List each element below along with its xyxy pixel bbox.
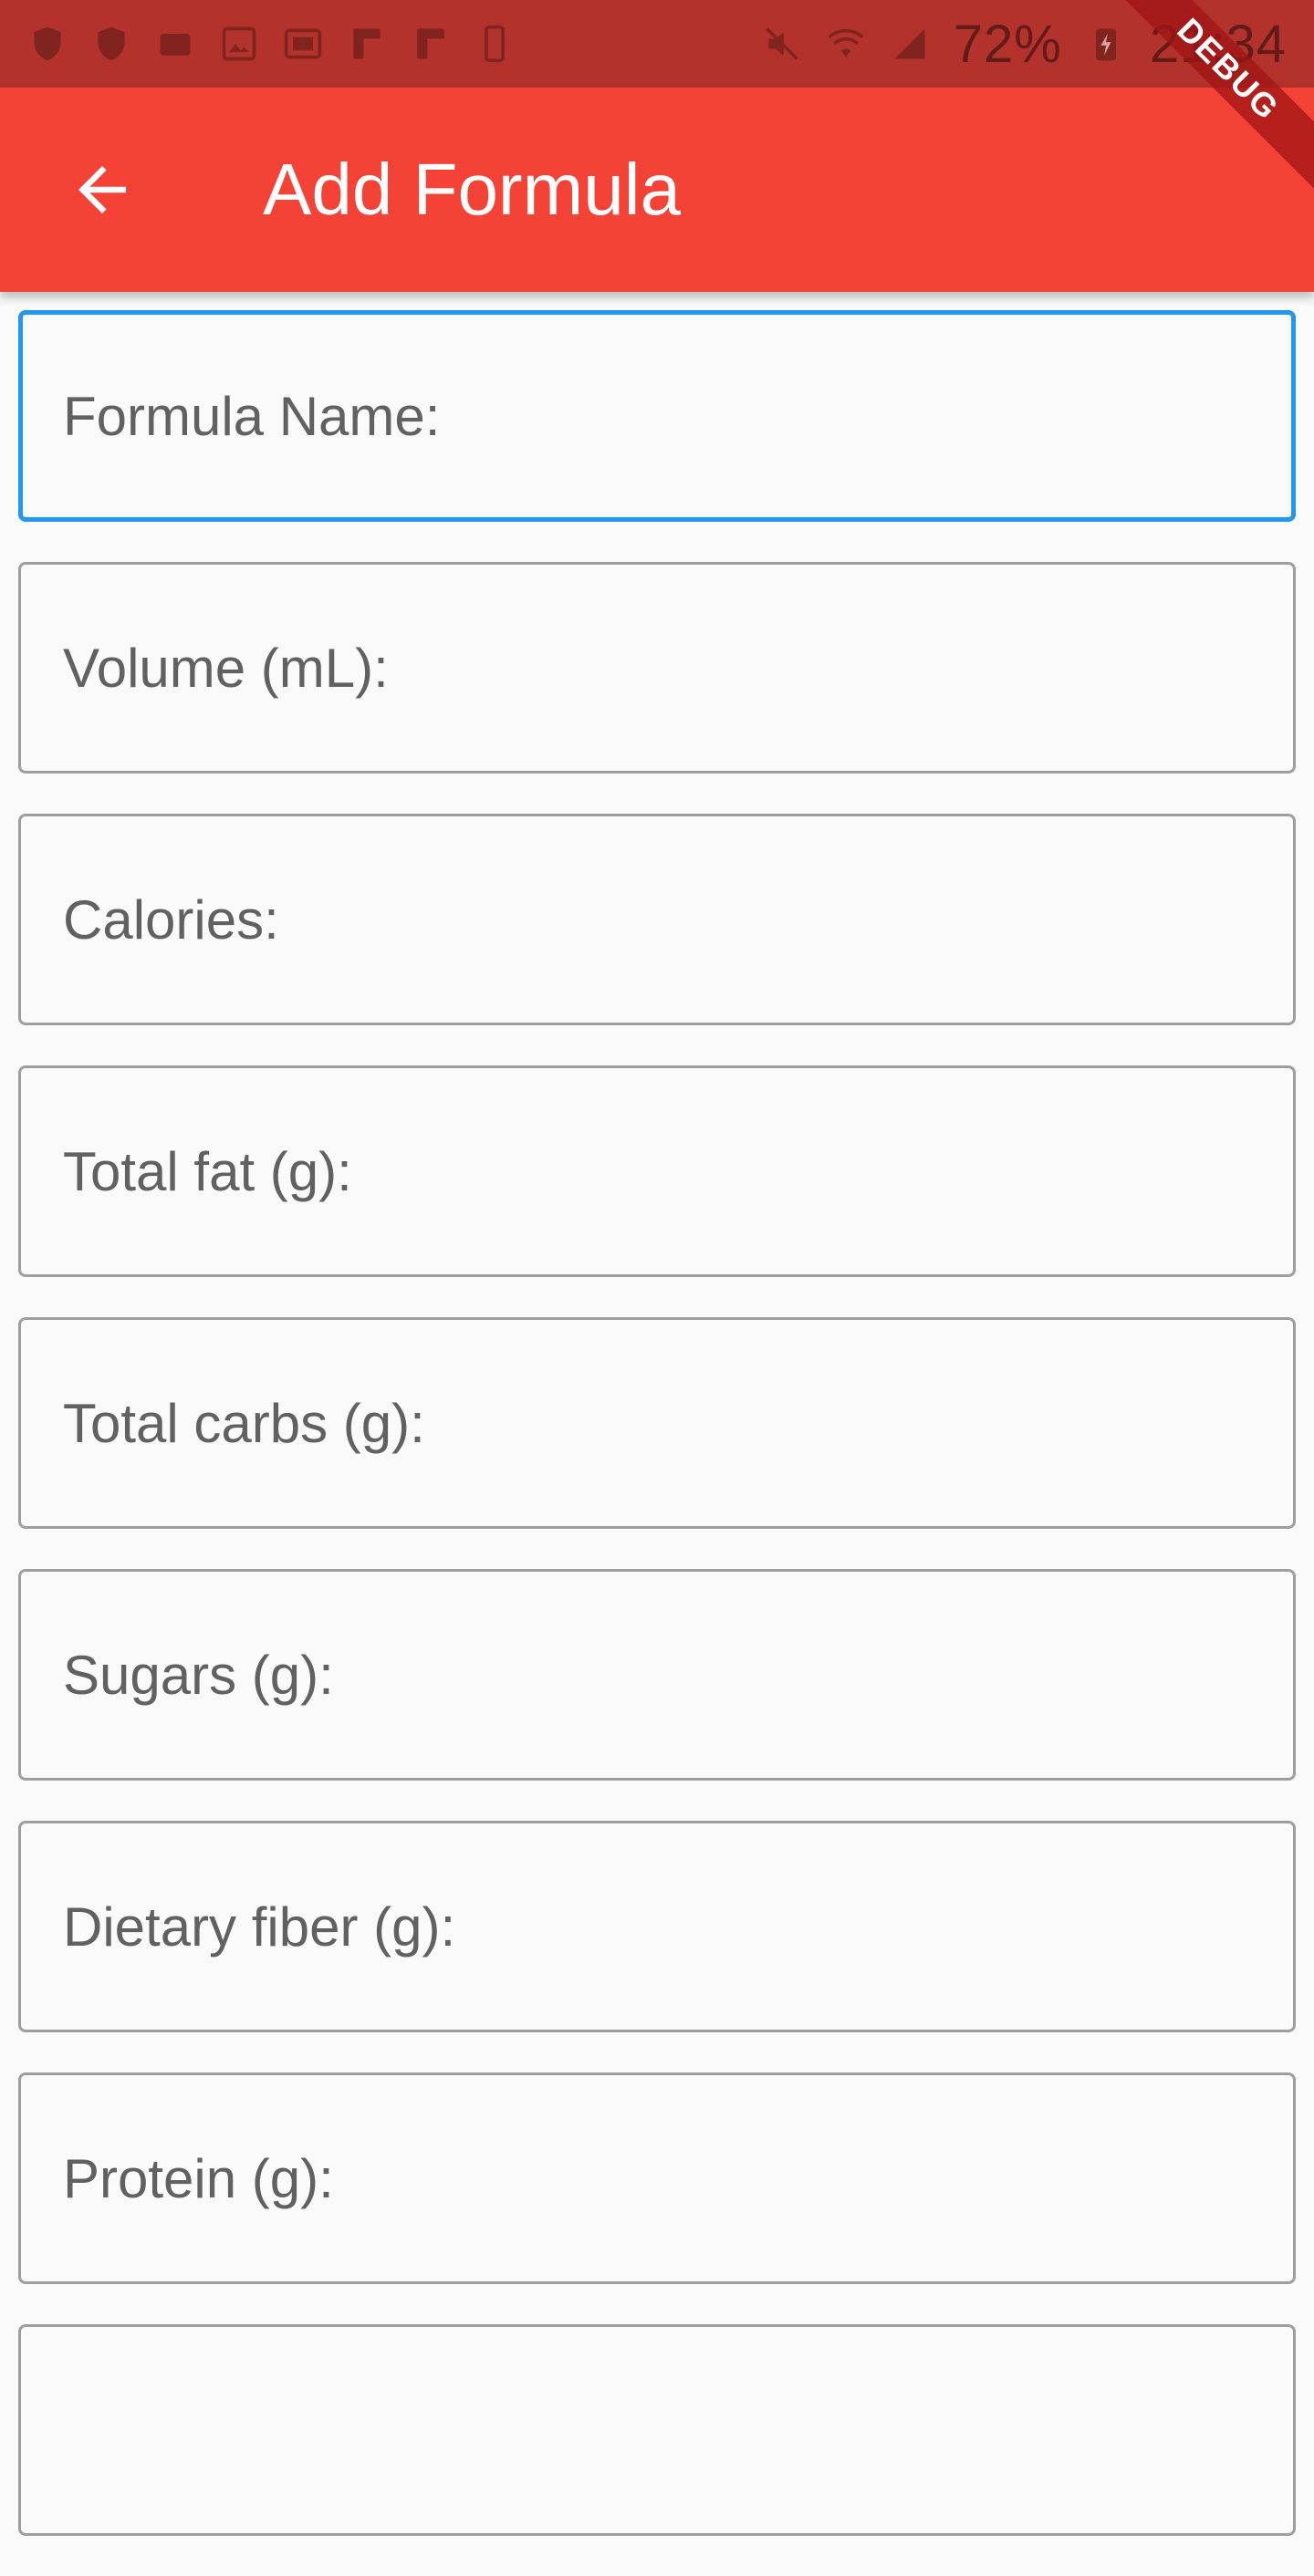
total-fat-input[interactable]: [63, 1139, 1293, 1203]
sugars-field[interactable]: [18, 1569, 1296, 1781]
volume-input[interactable]: [63, 636, 1293, 700]
total-fat-field[interactable]: [18, 1065, 1296, 1277]
protein-field[interactable]: [18, 2072, 1296, 2284]
wifi-icon: [828, 28, 864, 57]
next-field-partial[interactable]: [18, 2324, 1296, 2536]
formula-name-field[interactable]: [18, 310, 1296, 522]
mute-icon: [765, 27, 798, 60]
arrow-back-icon: [78, 166, 126, 213]
mail-icon: [160, 34, 191, 56]
protein-input[interactable]: [63, 2146, 1293, 2210]
signal-icon: [894, 28, 925, 59]
battery-percentage: 72%: [953, 14, 1062, 74]
volume-field[interactable]: [18, 562, 1296, 774]
battery-charging-icon: [1095, 28, 1116, 61]
status-bar: 72% 21:34: [0, 0, 1314, 88]
image-icon: [222, 26, 256, 61]
back-button[interactable]: [47, 135, 157, 244]
clock: 21:34: [1149, 14, 1287, 74]
formula-name-input[interactable]: [63, 384, 1291, 448]
sugars-input[interactable]: [63, 1643, 1293, 1707]
page-title: Add Formula: [263, 149, 681, 230]
battery-small-icon: [485, 25, 505, 63]
calories-field[interactable]: [18, 814, 1296, 1025]
dietary-fiber-input[interactable]: [63, 1895, 1293, 1958]
dietary-fiber-field[interactable]: [18, 1821, 1296, 2032]
notification-icons: [27, 24, 515, 64]
system-status: 72% 21:34: [762, 14, 1287, 75]
total-carbs-field[interactable]: [18, 1317, 1296, 1529]
shield-icon: [98, 26, 125, 61]
photo-icon: [284, 28, 322, 59]
shield-icon: [34, 26, 61, 61]
flag-icon: [417, 28, 444, 59]
flag-icon: [353, 28, 381, 59]
calories-input[interactable]: [63, 888, 1293, 951]
formula-form: [18, 310, 1296, 2576]
total-carbs-input[interactable]: [63, 1391, 1293, 1455]
app-bar: Add Formula: [0, 88, 1314, 292]
